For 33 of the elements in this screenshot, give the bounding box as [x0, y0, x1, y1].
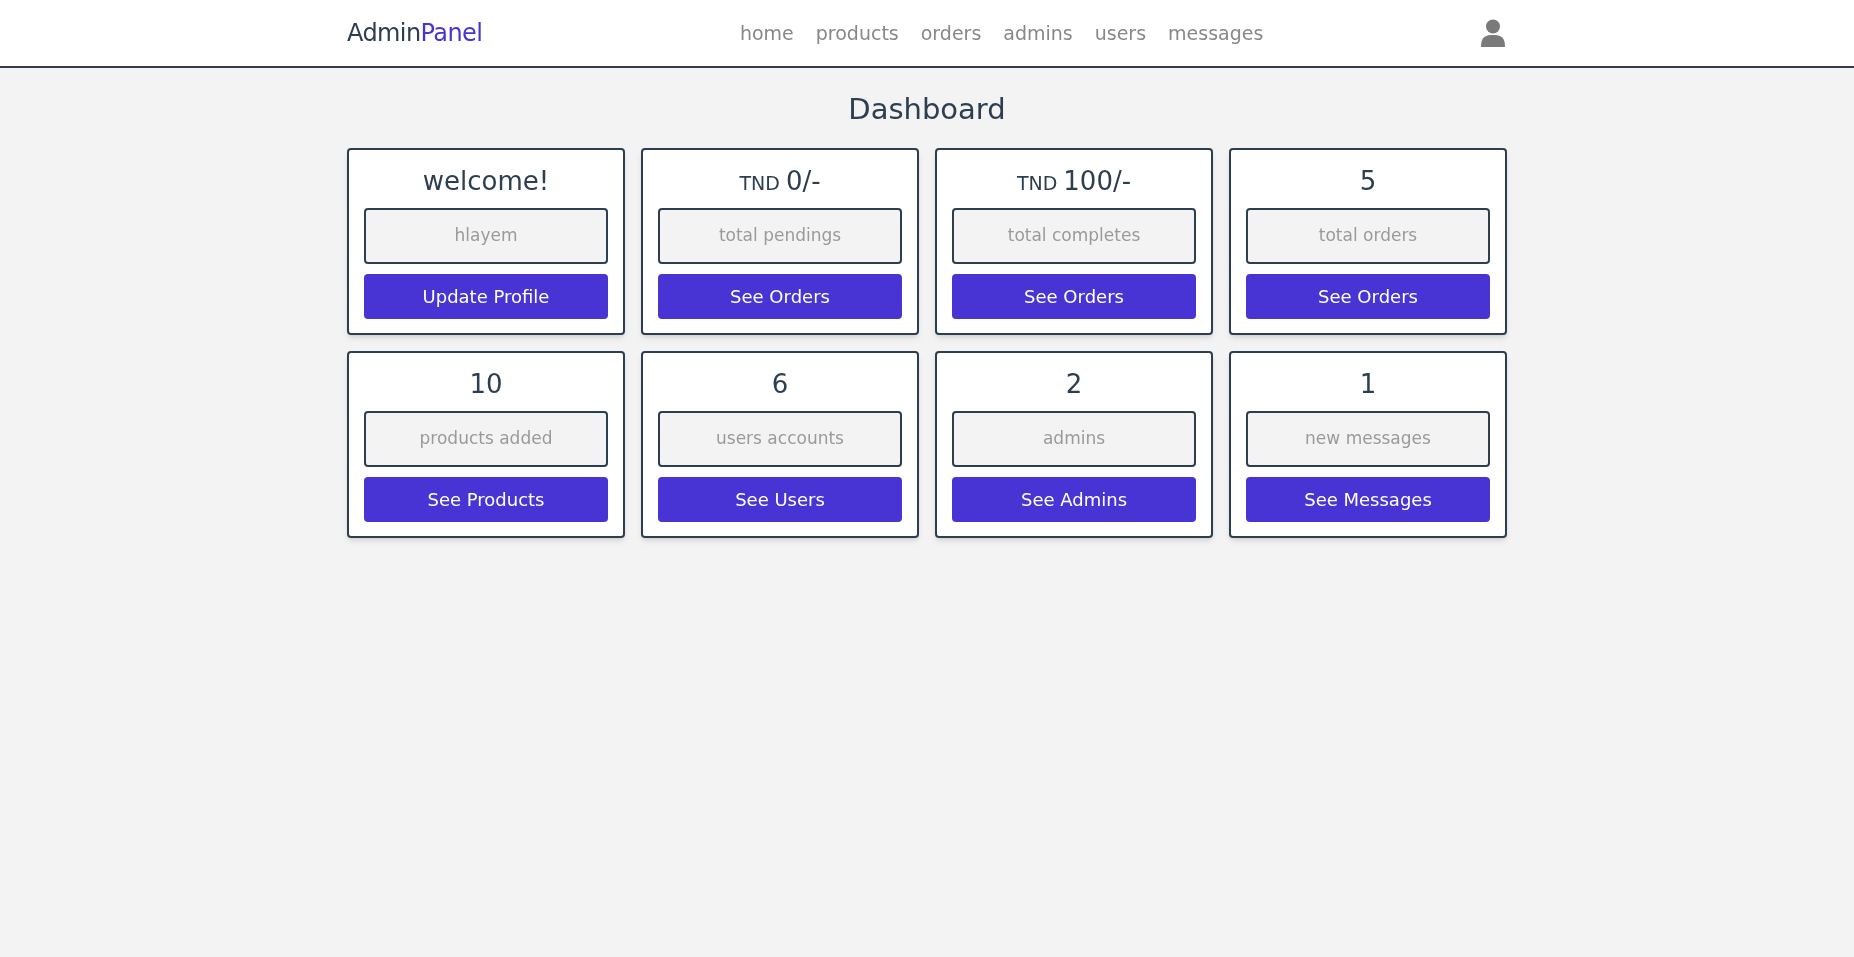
stat-caption: users accounts	[658, 410, 902, 467]
stat-value: TND 100/-	[1016, 165, 1132, 196]
stat-caption: total orders	[1246, 207, 1490, 264]
nav-link[interactable]: home	[739, 18, 794, 48]
card-action-button[interactable]: See Orders	[952, 273, 1196, 319]
stat-caption: total completes	[952, 207, 1196, 264]
nav-link[interactable]: users	[1094, 18, 1147, 48]
card-action-button[interactable]: See Orders	[658, 273, 902, 319]
card-action-button[interactable]: See Orders	[1246, 273, 1490, 319]
user-icon[interactable]	[1481, 19, 1505, 47]
stat-value: TND 0/-	[739, 165, 821, 196]
stat-caption: products added	[364, 410, 608, 467]
stat-value: 6	[771, 368, 789, 399]
card-action-button[interactable]: See Messages	[1246, 476, 1490, 522]
card-action-button[interactable]: See Admins	[952, 476, 1196, 522]
page-title: Dashboard	[847, 91, 1007, 128]
stat-value: 2	[1065, 368, 1083, 399]
admin-panel-logo[interactable]: AdminPanel	[347, 15, 483, 51]
stat-caption: total pendings	[658, 207, 902, 264]
stat-caption: new messages	[1246, 410, 1490, 467]
nav-link[interactable]: admins	[1003, 18, 1073, 48]
stat-caption: admins	[952, 410, 1196, 467]
card-action-button[interactable]: See Users	[658, 476, 902, 522]
stat-value: 1	[1359, 368, 1377, 399]
nav-link[interactable]: orders	[920, 18, 982, 48]
stat-value: welcome!	[422, 165, 550, 196]
stat-caption: hlayem	[364, 207, 608, 264]
card-action-button[interactable]: See Products	[364, 476, 608, 522]
nav-link[interactable]: products	[815, 18, 899, 48]
stat-value: 10	[469, 368, 503, 399]
nav-link[interactable]: messages	[1168, 18, 1264, 48]
stat-value: 5	[1359, 165, 1377, 196]
card-action-button[interactable]: Update Profile	[364, 273, 608, 319]
